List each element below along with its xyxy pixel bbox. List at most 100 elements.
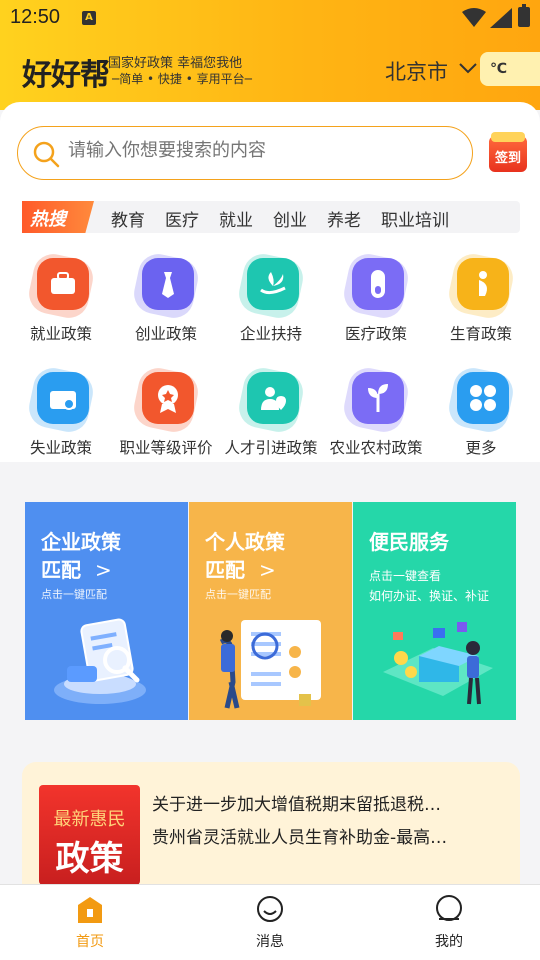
- weather-badge[interactable]: ℃: [480, 52, 540, 86]
- status-bar: 12:50 A: [0, 0, 540, 36]
- category-6[interactable]: 失业政策: [7, 364, 115, 458]
- card-title: 便民服务: [369, 530, 449, 554]
- hot-search-item[interactable]: 就业: [219, 206, 253, 231]
- card-subtitle: 点击一键查看: [369, 569, 442, 583]
- news-list: 关于进一步加大增值税期末留抵退税… 贵州省灵活就业人员生育补助金-最高…: [152, 790, 502, 856]
- category-icon-wrap: [25, 250, 97, 322]
- hot-search-item[interactable]: 养老: [327, 206, 361, 231]
- signal-icon: [490, 8, 512, 28]
- hot-search-item[interactable]: 创业: [273, 206, 307, 231]
- category-icon-wrap: [130, 364, 202, 436]
- badge-line2: 政策: [55, 839, 124, 879]
- signin-label: 签到: [494, 151, 521, 166]
- profile-icon: [436, 895, 462, 921]
- chevron-right-icon: >: [94, 558, 112, 582]
- city-selector[interactable]: 北京市: [385, 56, 448, 86]
- category-icon-wrap: [445, 250, 517, 322]
- person-location-icon: [247, 372, 299, 424]
- briefcase-search-icon: [37, 372, 89, 424]
- hot-search-item[interactable]: 医疗: [165, 206, 199, 231]
- hot-search-bar: 热搜 教育 医疗 就业 创业 养老 职业培训: [22, 201, 520, 233]
- app-header: 好好帮 国家好政策 幸福您我他 ─简单 • 快捷 • 享用平台─ 北京市 ℃: [0, 48, 540, 93]
- category-8[interactable]: 人才引进政策: [217, 364, 325, 458]
- news-item[interactable]: 贵州省灵活就业人员生育补助金-最高…: [152, 823, 502, 848]
- nav-label: 消息: [256, 934, 284, 950]
- category-icon-wrap: [25, 364, 97, 436]
- card-subtitle: 点击一键匹配: [41, 588, 107, 601]
- category-3[interactable]: 企业扶持: [217, 250, 325, 344]
- search-icon: [33, 141, 60, 168]
- feature-cards: 企业政策 匹配 > 点击一键匹配 个人政策 匹配 > 点击一键匹配 便民服务 点…: [25, 502, 516, 720]
- document-search-illustration: [54, 618, 146, 704]
- category-icon-wrap: [235, 364, 307, 436]
- grid-more-icon: [457, 372, 509, 424]
- hot-search-item[interactable]: 职业培训: [381, 206, 449, 231]
- category-5[interactable]: 生育政策: [427, 250, 535, 344]
- card-title: 企业政策: [41, 530, 121, 554]
- category-2[interactable]: 创业政策: [112, 250, 220, 344]
- capsule-icon: [352, 258, 404, 310]
- slogan-line2: ─简单 • 快捷 • 享用平台─: [112, 72, 252, 86]
- card-subtitle-2: 如何办证、换证、补证: [369, 589, 490, 603]
- sprout-icon: [352, 372, 404, 424]
- card-title-line2: 匹配 >: [205, 554, 276, 583]
- card-title: 个人政策: [205, 530, 285, 554]
- category-label: 更多: [465, 439, 497, 457]
- card-title-line2: 匹配 >: [41, 554, 112, 583]
- category-label: 人才引进政策: [224, 439, 318, 457]
- category-label: 就业政策: [29, 325, 92, 343]
- status-time: 12:50: [10, 6, 61, 28]
- category-label: 企业扶持: [239, 325, 302, 343]
- notification-icon: A: [82, 11, 96, 25]
- latest-policy-badge[interactable]: 最新惠民 政策: [39, 785, 140, 885]
- service-platform-illustration: [383, 622, 493, 705]
- resume-person-illustration: [219, 620, 321, 709]
- category-label: 失业政策: [29, 439, 92, 457]
- nav-label: 我的: [435, 934, 463, 950]
- calendar-top: [491, 132, 525, 142]
- slogan-line1: 国家好政策 幸福您我他: [108, 56, 243, 71]
- category-9[interactable]: 农业农村政策: [322, 364, 430, 458]
- category-icon-wrap: [130, 250, 202, 322]
- tie-icon: [142, 258, 194, 310]
- policy-news-card: 最新惠民 政策 关于进一步加大增值税期末留抵退税… 贵州省灵活就业人员生育补助金…: [22, 762, 520, 902]
- news-item[interactable]: 关于进一步加大增值税期末留抵退税…: [152, 790, 502, 815]
- card-title-2: 匹配: [205, 558, 245, 582]
- hot-search-items: 教育 医疗 就业 创业 养老 职业培训: [111, 206, 469, 231]
- bottom-nav: 首页 消息 我的: [0, 884, 540, 960]
- category-4[interactable]: 医疗政策: [322, 250, 430, 344]
- briefcase-icon: [37, 258, 89, 310]
- home-icon: [78, 897, 102, 923]
- category-icon-wrap: [235, 250, 307, 322]
- chevron-down-icon[interactable]: [458, 58, 478, 78]
- category-10[interactable]: 更多: [427, 364, 535, 458]
- hot-search-item[interactable]: 教育: [111, 206, 145, 231]
- category-7[interactable]: 职业等级评价: [112, 364, 220, 458]
- category-label: 创业政策: [134, 325, 197, 343]
- category-label: 职业等级评价: [119, 439, 213, 457]
- personal-policy-card[interactable]: 个人政策 匹配 > 点击一键匹配: [189, 502, 352, 720]
- wifi-icon: [462, 8, 486, 27]
- convenience-service-card[interactable]: 便民服务 点击一键查看 如何办证、换证、补证: [353, 502, 516, 720]
- award-icon: [142, 372, 194, 424]
- category-label: 农业农村政策: [329, 439, 423, 457]
- battery-icon: [518, 4, 530, 27]
- category-label: 生育政策: [449, 325, 512, 343]
- chat-icon: [257, 896, 283, 922]
- main-panel: 签到 热搜 教育医疗就业创业养老职业培训 就业政策 创业政策 企业扶持 医疗政策 生育政…: [0, 102, 540, 462]
- category-icon-wrap: [340, 250, 412, 322]
- pregnant-icon: [457, 258, 509, 310]
- nav-profile[interactable]: 我的: [409, 895, 489, 951]
- plant-hand-icon: [247, 258, 299, 310]
- search-input[interactable]: [68, 140, 448, 161]
- signin-button[interactable]: 签到: [489, 132, 527, 172]
- nav-home[interactable]: 首页: [50, 895, 130, 951]
- card-title-2: 匹配: [41, 558, 81, 582]
- nav-label: 首页: [76, 934, 104, 950]
- category-icon-wrap: [340, 364, 412, 436]
- nav-messages[interactable]: 消息: [230, 895, 310, 951]
- category-1[interactable]: 就业政策: [7, 250, 115, 344]
- enterprise-policy-card[interactable]: 企业政策 匹配 > 点击一键匹配: [25, 502, 188, 720]
- search-bar[interactable]: [17, 126, 473, 180]
- app-logo: 好好帮: [22, 58, 110, 93]
